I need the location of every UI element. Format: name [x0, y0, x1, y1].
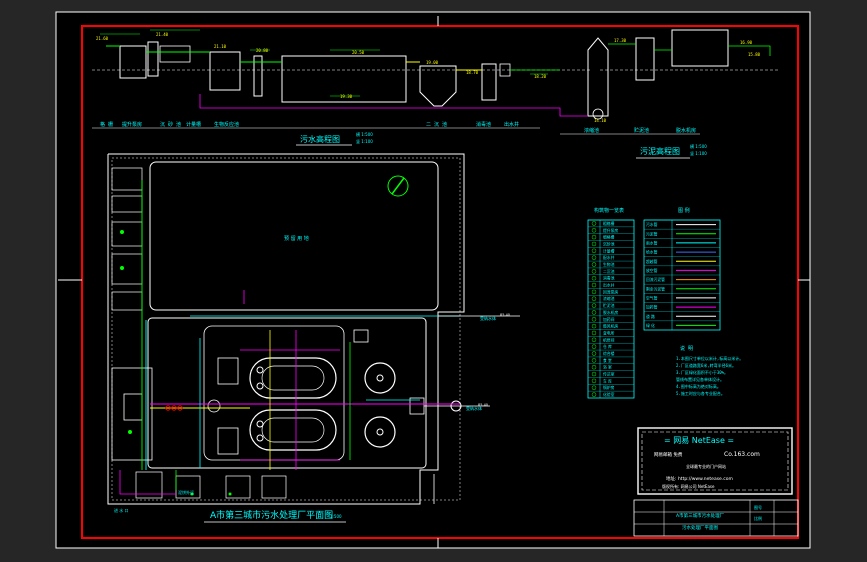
table-row: 浓缩池	[603, 296, 615, 301]
sludge-scale-h: 横 1:500	[690, 143, 707, 149]
elev-4: 20.80	[256, 48, 269, 53]
sludge-profile-title: 污泥高程图	[640, 146, 680, 156]
table-row: 二沉池	[603, 269, 615, 274]
table-row: 提升泵房	[603, 228, 618, 233]
stamp-line-5: 版权所有: 网易公司 NetEase	[662, 483, 715, 489]
sludge-label-1: 浓缩池	[584, 127, 599, 134]
table-row: 车 库	[603, 378, 612, 383]
title-block-project: A市第三城市污水处理厂	[676, 512, 725, 519]
symbol-name: 回流污泥管	[646, 277, 665, 282]
note-line-2: 2.厂区道路宽6米,转弯半径6米。	[676, 362, 736, 368]
symbol-name: 道 路	[646, 314, 655, 319]
table-row: 机修间	[603, 337, 615, 342]
symbol-name: 污泥管	[646, 231, 658, 236]
elev-5: 20.50	[352, 50, 365, 55]
coord-2: 85.40	[478, 403, 488, 407]
table-row: 传达室	[603, 372, 615, 377]
profile-label-2: 提升泵房	[122, 121, 142, 128]
sewage-scale-h: 横 1:500	[356, 131, 373, 137]
title-block-scale: 比例	[754, 515, 762, 521]
note-line-3: 3.厂区绿化面积不小于30%。	[676, 369, 728, 375]
table-row: 粗格栅	[603, 221, 615, 226]
plan-title: A市第三城市污水处理厂平面图	[210, 509, 333, 521]
table-row: 食 堂	[603, 358, 612, 363]
stamp-line-1: = 网易 NetEase =	[664, 436, 734, 445]
profile-label-4: 计量槽	[186, 121, 201, 128]
elev-11: 16.90	[740, 40, 753, 45]
elev-13: 14.10	[594, 118, 607, 123]
note-line-1: 1.本图尺寸单位以米计,标高以米计。	[676, 355, 743, 361]
table-row: 沉砂池	[603, 241, 615, 246]
table-row: 生物池	[603, 262, 615, 267]
notes-title: 说 明	[680, 345, 693, 352]
table-row: 浴 室	[603, 365, 612, 370]
elev-12: 15.80	[748, 52, 761, 57]
coord-1: 85.40	[500, 313, 510, 317]
elev-2: 21.40	[156, 32, 169, 37]
table-row: 细格栅	[603, 235, 615, 240]
table-row: 鼓风机房	[603, 324, 618, 329]
elev-7: 19.00	[426, 60, 439, 65]
profile-label-6: 二 沉 池	[426, 121, 447, 128]
plan-scale: 1:500	[330, 514, 342, 519]
title-block-no: 图号	[754, 504, 762, 510]
sewage-profile-title: 污水高程图	[300, 134, 340, 144]
building-list-title: 构筑物一览表	[594, 207, 624, 214]
reserve-land-label: 预 留 用 地	[284, 235, 309, 242]
symbol-name: 剩余污泥管	[646, 286, 665, 291]
symbol-name: 绿 化	[646, 323, 655, 328]
stamp-line-2-right: Co.163.com	[724, 451, 760, 458]
symbol-name: 放空管	[646, 268, 658, 273]
table-row: 锅炉房	[603, 385, 615, 390]
symbol-name: 给水管	[646, 250, 658, 255]
profile-label-5: 生物反应池	[214, 121, 239, 128]
symbol-name: 空气管	[646, 295, 658, 300]
sludge-label-3: 脱水机房	[676, 127, 696, 134]
profile-label-3: 沉 砂 池	[160, 121, 181, 128]
table-row: 配水井	[603, 255, 615, 260]
sludge-label-2: 贮泥池	[634, 127, 649, 134]
profile-label-8: 出水井	[504, 121, 519, 128]
title-block-drawing: 污水处理厂平面图	[682, 524, 718, 531]
sewage-scale-v: 竖 1:100	[356, 138, 373, 144]
gate-label: 进 水 口	[114, 507, 129, 513]
table-row: 加药间	[603, 317, 615, 322]
sludge-scale-v: 竖 1:100	[690, 150, 707, 156]
table-row: 消毒池	[603, 276, 615, 281]
elev-6: 19.30	[340, 94, 353, 99]
cad-drawing: 格 栅 提升泵房 沉 砂 池 计量槽 生物反应池 二 沉 池 消毒池 出水井 浓…	[55, 11, 811, 549]
table-row: 贮泥池	[603, 303, 615, 308]
table-row: 出水井	[603, 283, 615, 288]
elev-8: 18.70	[466, 70, 479, 75]
river-label-1: 受纳水体	[480, 315, 496, 321]
table-row: 脱水机房	[603, 310, 618, 315]
profile-label-7: 消毒池	[476, 121, 491, 128]
table-row: 变电所	[603, 330, 615, 335]
stamp-line-3: 全球最专业的门户网站	[686, 463, 726, 469]
symbol-name: 污水管	[646, 222, 658, 227]
elev-1: 21.60	[96, 36, 109, 41]
stamp-line-2-left: 网易邮箱 免费	[654, 451, 683, 458]
table-row: 综合楼	[603, 351, 615, 356]
table-row: 计量槽	[603, 248, 615, 253]
note-line-6: 5.施工时应与各专业配合。	[676, 390, 725, 396]
symbol-name: 超越管	[646, 259, 658, 264]
note-line-4: 管线布置详见各单体设计。	[676, 376, 724, 382]
symbol-name: 加药管	[646, 305, 658, 310]
table-row: 化验室	[603, 392, 615, 397]
table-row: 回流泵房	[603, 289, 618, 294]
note-line-5: 4.图中标高为绝对标高。	[676, 383, 721, 389]
elev-9: 18.20	[534, 74, 547, 79]
elev-10: 17.30	[614, 38, 627, 43]
sludge-out-label: 泥饼外运	[178, 489, 194, 495]
profile-label-1: 格 栅	[100, 121, 113, 128]
stamp-line-4: 地址: http://www.netease.com	[666, 475, 733, 482]
table-row: 仓 库	[603, 344, 612, 349]
symbol-name: 雨水管	[646, 240, 658, 245]
symbols-title: 图 例	[678, 207, 690, 214]
elev-3: 21.10	[214, 44, 227, 49]
